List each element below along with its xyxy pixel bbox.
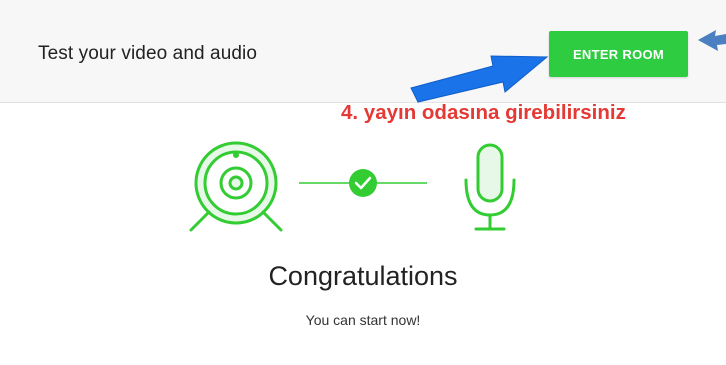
congratulations-heading: Congratulations bbox=[268, 261, 458, 291]
check-circle-icon bbox=[349, 169, 377, 197]
microphone-icon bbox=[464, 143, 516, 231]
start-now-text: You can start now! bbox=[305, 312, 421, 328]
device-check-graphic bbox=[189, 141, 516, 232]
webcam-icon bbox=[189, 141, 283, 232]
